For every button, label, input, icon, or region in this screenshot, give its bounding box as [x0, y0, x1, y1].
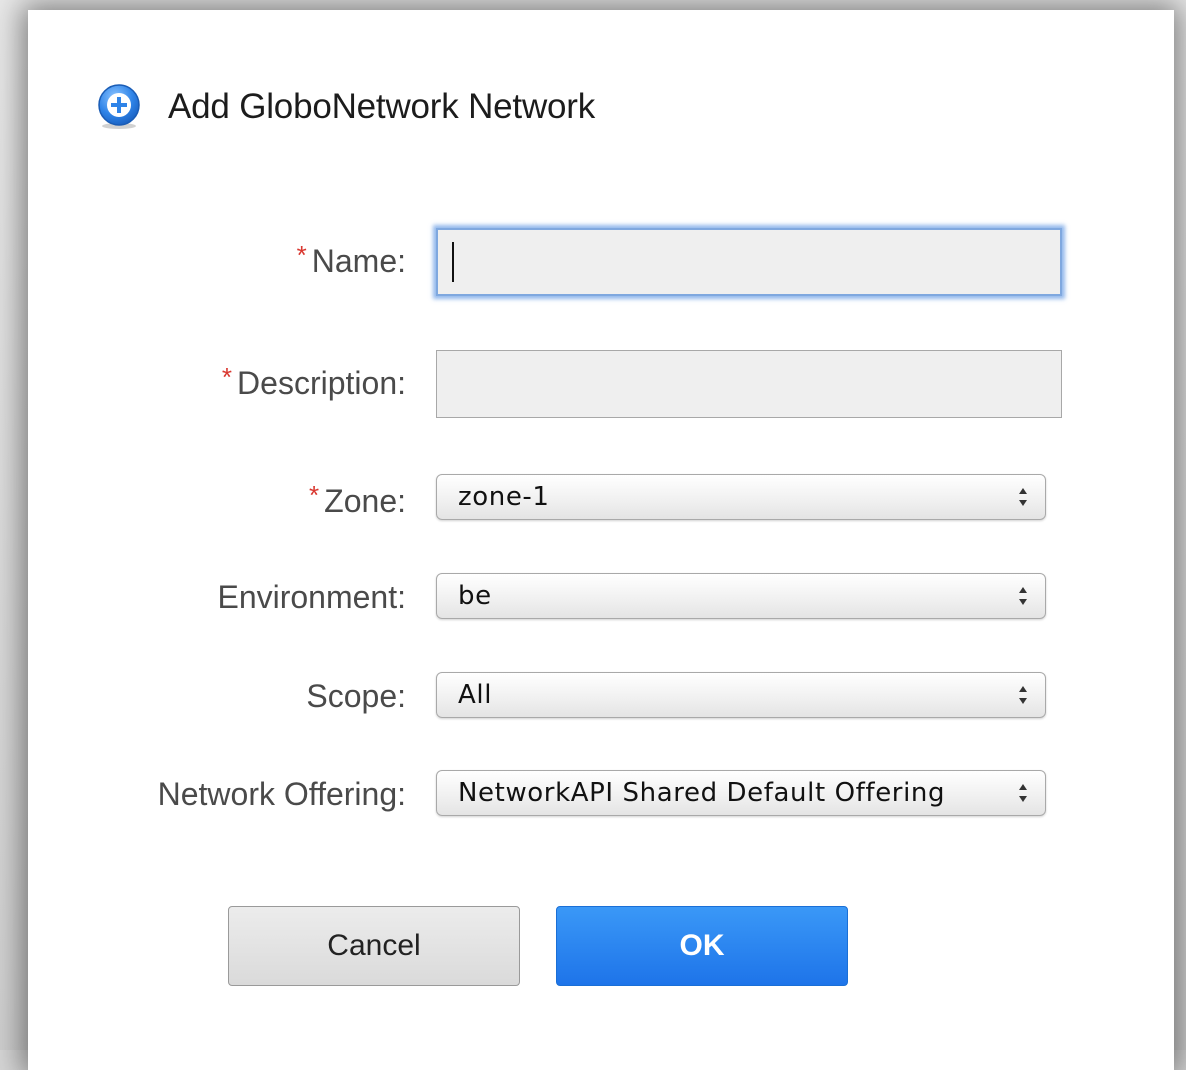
description-input[interactable]	[436, 350, 1062, 418]
dialog-title: Add GloboNetwork Network	[168, 87, 596, 126]
environment-label: Environment:	[217, 579, 406, 615]
select-arrows-icon	[1019, 587, 1027, 605]
select-arrows-icon	[1019, 686, 1027, 704]
environment-select[interactable]: be	[436, 573, 1046, 619]
network-offering-label: Network Offering:	[157, 776, 406, 812]
name-input[interactable]	[436, 228, 1062, 296]
required-marker: *	[309, 480, 320, 510]
ok-button[interactable]: OK	[556, 906, 848, 986]
scope-label: Scope:	[306, 678, 406, 714]
network-offering-select[interactable]: NetworkAPI Shared Default Offering	[436, 770, 1046, 816]
dialog-header: Add GloboNetwork Network	[94, 76, 595, 138]
scope-select[interactable]: All	[436, 672, 1046, 718]
text-caret	[452, 242, 454, 282]
description-label: * Description:	[221, 362, 406, 401]
add-network-dialog: Add GloboNetwork Network * Name: * Descrip…	[28, 10, 1174, 1070]
required-marker: *	[296, 240, 307, 270]
select-arrows-icon	[1019, 784, 1027, 802]
select-arrows-icon	[1019, 488, 1027, 506]
plus-circle-icon	[98, 84, 140, 129]
cancel-button[interactable]: Cancel	[228, 906, 520, 986]
required-marker: *	[221, 362, 233, 392]
zone-select[interactable]: zone-1	[436, 474, 1046, 520]
zone-label: * Zone:	[309, 480, 406, 519]
name-label: * Name:	[296, 240, 406, 279]
